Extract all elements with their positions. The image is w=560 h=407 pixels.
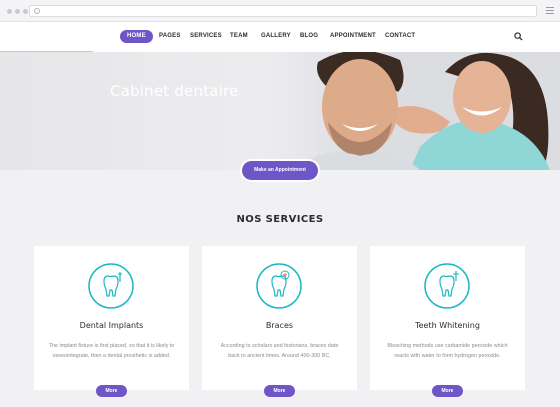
service-card-whitening: Teeth Whitening Bleaching methods use ca…	[370, 246, 525, 390]
address-bar[interactable]	[29, 5, 537, 17]
hero-banner: Cabinet dentaire	[0, 52, 560, 170]
service-card-braces: Braces According to scholars and histori…	[202, 246, 357, 390]
browser-menu-icon[interactable]	[546, 7, 554, 14]
nav-item-contact[interactable]: CONTACT	[385, 30, 415, 43]
nav-item-appointment[interactable]: APPOINTMENT	[330, 30, 376, 43]
nav-item-gallery[interactable]: GALLERY	[261, 30, 291, 43]
window-controls	[7, 9, 28, 14]
make-appointment-button[interactable]: Make an Appointment	[242, 161, 318, 180]
service-description: The implant fixture is first placed, so …	[48, 343, 175, 359]
tooth-braces-icon	[256, 263, 302, 309]
browser-chrome	[0, 0, 560, 22]
service-title: Teeth Whitening	[415, 321, 480, 330]
window-dot[interactable]	[7, 9, 12, 14]
nav-item-pages[interactable]: PAGES	[159, 30, 181, 43]
nav-item-home[interactable]: HOME	[120, 30, 153, 43]
more-button[interactable]: More	[432, 385, 463, 397]
service-title: Dental Implants	[79, 321, 144, 330]
nav-item-blog[interactable]: BLOG	[300, 30, 318, 43]
tooth-whitening-icon	[424, 263, 470, 309]
window-dot[interactable]	[23, 9, 28, 14]
search-icon[interactable]	[514, 32, 523, 41]
tooth-implant-icon	[88, 263, 134, 309]
service-description: According to scholars and historians, br…	[220, 343, 339, 359]
window-dot[interactable]	[15, 9, 20, 14]
nav-item-team[interactable]: TEAM	[230, 30, 248, 43]
nav-item-services[interactable]: SERVICES	[190, 30, 222, 43]
service-card-implants: Dental Implants The implant fixture is f…	[34, 246, 189, 390]
reload-icon[interactable]	[34, 8, 40, 14]
hero-couple-photo	[270, 52, 560, 170]
more-button[interactable]: More	[96, 385, 127, 397]
hero-title: Cabinet dentaire	[110, 82, 239, 100]
main-nav: HOME PAGES SERVICES TEAM GALLERY BLOG AP…	[0, 22, 560, 52]
services-heading: NOS SERVICES	[236, 214, 324, 225]
more-button[interactable]: More	[264, 385, 295, 397]
service-title: Braces	[265, 321, 294, 330]
service-description: Bleaching methods use carbamide peroxide…	[387, 343, 508, 359]
